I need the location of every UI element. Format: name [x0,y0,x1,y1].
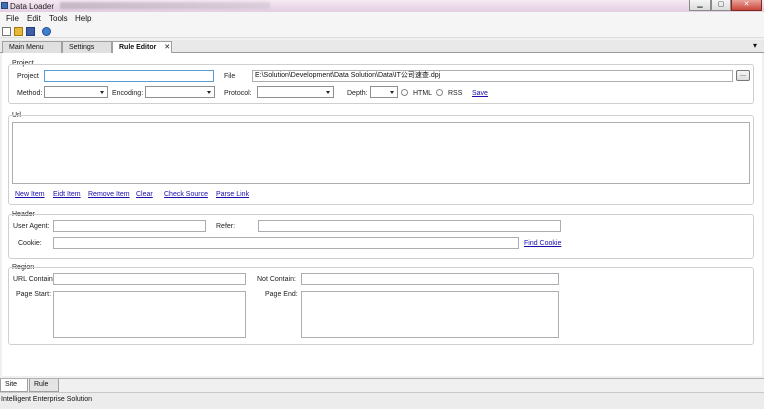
chevron-down-icon [207,91,211,94]
user-agent-label: User Agent: [13,223,50,230]
edit-item-link[interactable]: Eidt Item [53,191,81,198]
open-folder-icon[interactable] [14,27,23,36]
check-source-link[interactable]: Check Source [164,191,208,198]
url-contain-label: URL Contain: [13,276,55,283]
chevron-down-icon [100,91,104,94]
page-end-input[interactable] [301,291,559,338]
remove-item-link[interactable]: Remove Item [88,191,130,198]
chevron-down-icon [326,91,330,94]
refer-input[interactable] [258,220,561,232]
find-cookie-link[interactable]: Find Cookie [524,240,561,247]
refer-label: Refer: [216,223,236,230]
rule-editor-panel: Project Project File E:\Solution\Develop… [2,53,762,376]
close-button[interactable]: ✕ [731,0,762,11]
window-title: Data Loader [10,2,55,11]
url-list[interactable] [12,122,750,184]
cookie-label: Cookie: [18,240,42,247]
tab-overflow-icon[interactable]: ▾ [753,41,757,50]
html-label: HTML [413,90,433,97]
tab-close-icon[interactable]: ✕ [164,44,170,51]
minimize-button[interactable]: ▁ [689,0,711,11]
file-label: File [224,73,236,80]
browse-button[interactable]: ... [736,70,750,81]
user-agent-input[interactable] [53,220,206,232]
html-radio[interactable] [401,89,408,96]
method-select[interactable] [44,86,108,98]
parse-link-link[interactable]: Parse Link [216,191,249,198]
url-contain-input[interactable] [53,273,246,285]
protocol-label: Protocol: [224,90,252,97]
status-text: Intelligent Enterprise Solution [1,396,93,403]
encoding-select[interactable] [145,86,215,98]
protocol-select[interactable] [257,86,334,98]
menu-tools[interactable]: Tools [49,14,68,23]
document-tabs: Main Menu Settings Rule Editor ✕ ▾ [0,40,764,54]
encoding-label: Encoding: [112,90,144,97]
tab-main-menu[interactable]: Main Menu [2,41,62,53]
maximize-button[interactable]: ▢ [711,0,731,11]
file-path-field[interactable]: E:\Solution\Development\Data Solution\Da… [252,70,733,82]
rss-radio[interactable] [436,89,443,96]
project-input[interactable] [44,70,214,82]
menu-edit[interactable]: Edit [27,14,41,23]
method-label: Method: [17,90,43,97]
menu-help[interactable]: Help [75,14,91,23]
depth-select[interactable] [370,86,398,98]
cookie-input[interactable] [53,237,519,249]
page-end-label: Page End: [265,291,298,298]
rss-label: RSS [448,90,463,97]
depth-label: Depth: [347,90,368,97]
save-icon[interactable] [26,27,35,36]
menu-file[interactable]: File [6,14,19,23]
tab-site[interactable]: Site [0,379,28,392]
menu-bar: File Edit Tools Help [0,12,764,25]
title-bar: Data Loader ▁ ▢ ✕ [0,0,764,12]
clear-link[interactable]: Clear [136,191,153,198]
not-contain-input[interactable] [301,273,559,285]
not-contain-label: Not Contain: [257,276,296,283]
tab-settings[interactable]: Settings [62,41,112,53]
project-label: Project [17,73,39,80]
save-link[interactable]: Save [472,90,488,97]
page-start-input[interactable] [53,291,246,338]
new-document-icon[interactable] [2,27,11,36]
bottom-tabs: Site Rule [0,378,764,392]
blurred-window-caption [60,2,270,9]
toolbar [0,25,764,38]
chevron-down-icon [390,91,394,94]
new-item-link[interactable]: New Item [15,191,45,198]
tab-rule[interactable]: Rule [29,379,59,392]
help-icon[interactable] [42,27,51,36]
page-start-label: Page Start: [16,291,52,298]
status-bar: Intelligent Enterprise Solution [0,392,764,409]
app-icon [1,2,8,9]
